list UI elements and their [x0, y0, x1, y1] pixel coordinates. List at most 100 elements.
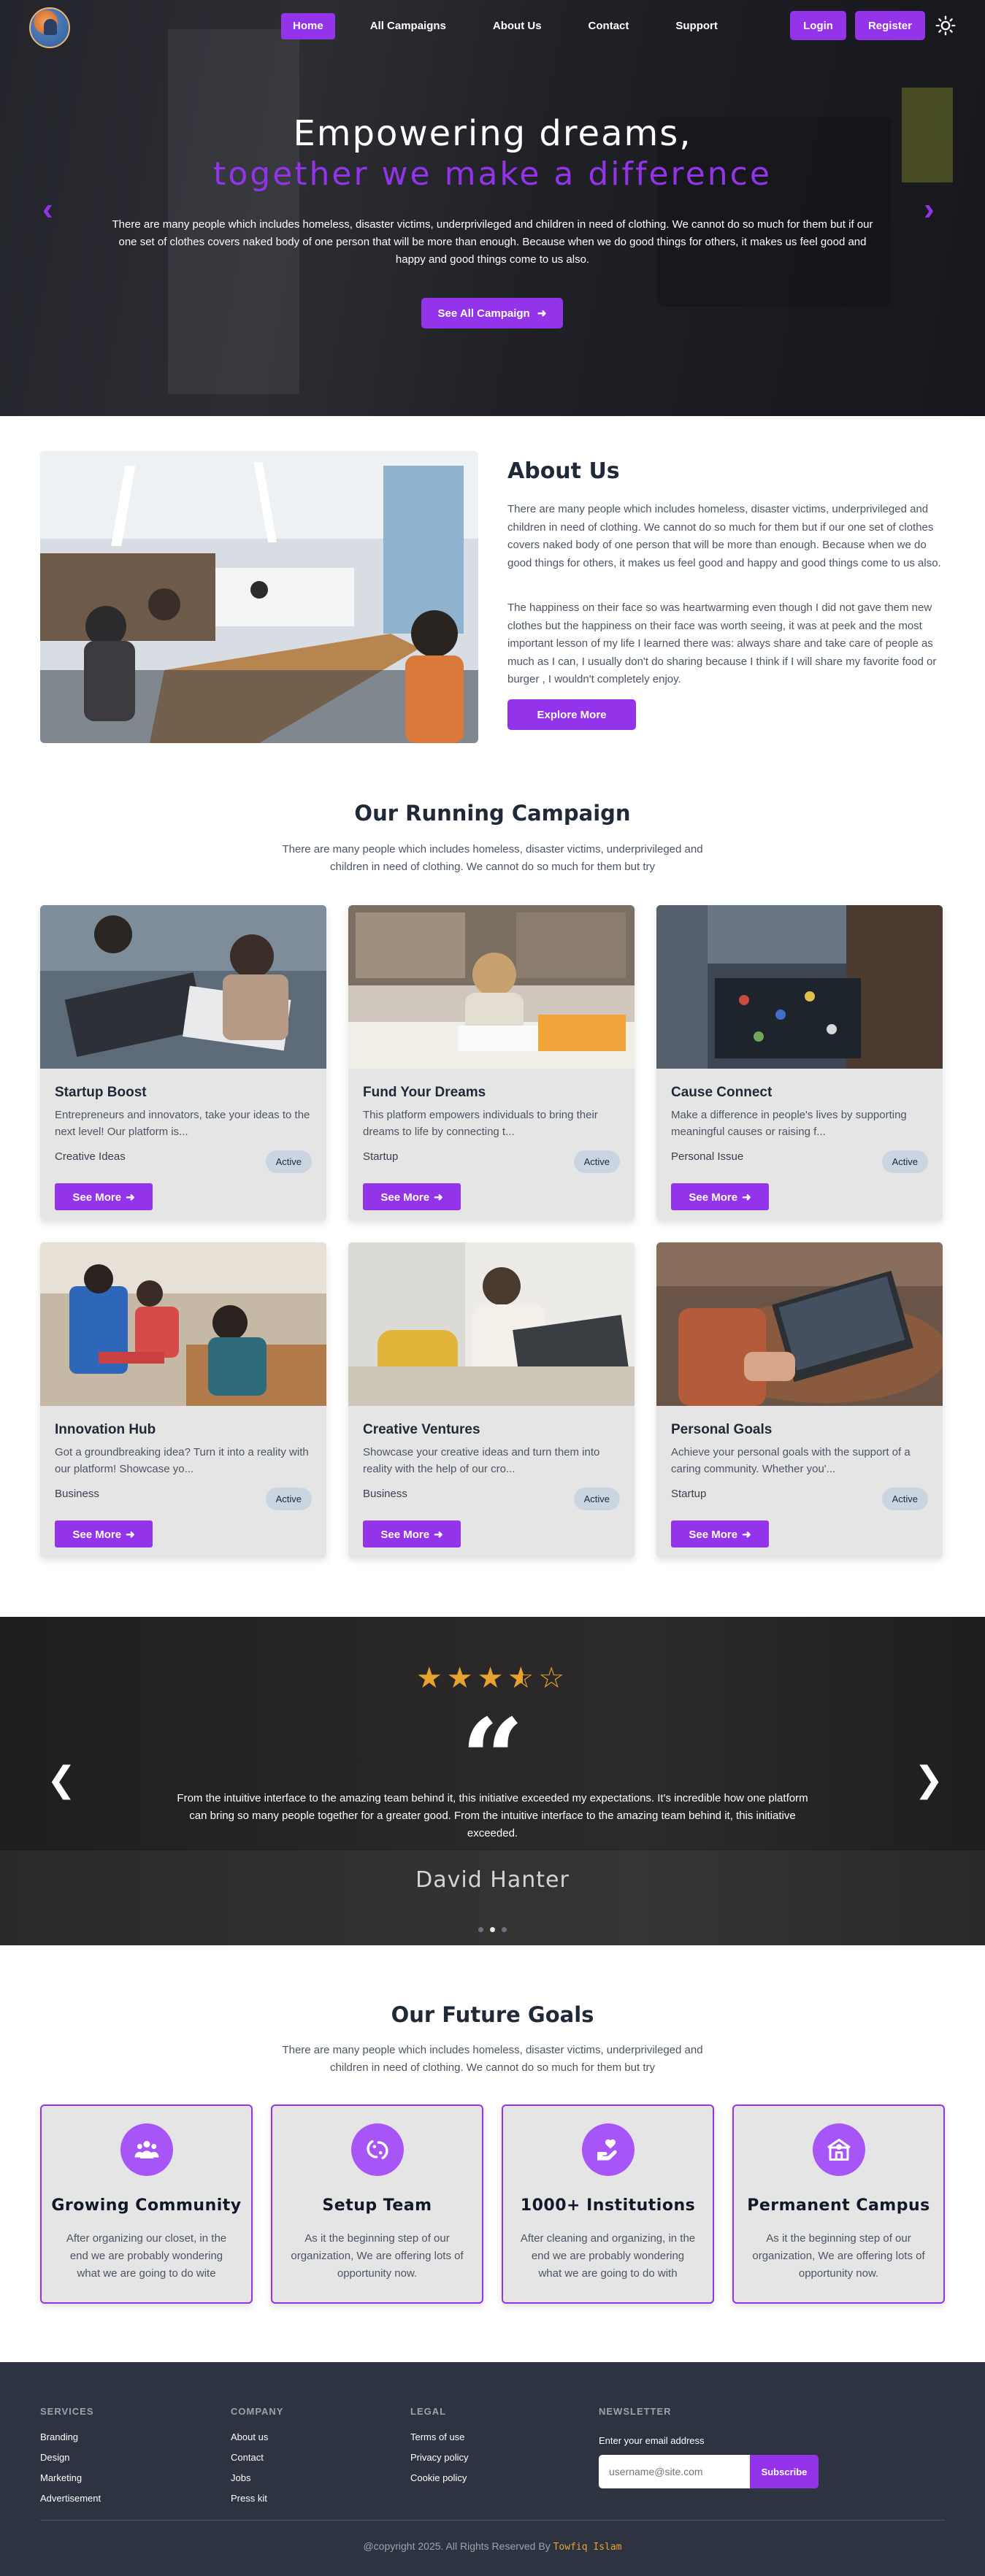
login-button[interactable]: Login — [790, 11, 846, 40]
see-more-label: See More — [72, 1528, 122, 1541]
footer-company-column: COMPANY About us Contact Jobs Press kit — [231, 2406, 283, 2513]
newsletter-email-input[interactable] — [599, 2455, 751, 2488]
footer-link[interactable]: Contact — [231, 2452, 283, 2464]
star-full-icon: ★ — [477, 1662, 508, 1694]
footer-link[interactable]: Press kit — [231, 2493, 283, 2504]
copyright-author[interactable]: Towfiq Islam — [553, 2542, 622, 2553]
see-more-label: See More — [380, 1528, 430, 1541]
nav-link-contact[interactable]: Contact — [577, 13, 641, 39]
chevron-left-icon[interactable]: ‹ — [42, 193, 53, 226]
campaign-description: Achieve your personal goals with the sup… — [671, 1446, 911, 1475]
carousel-dot[interactable] — [478, 1927, 483, 1932]
see-more-button[interactable]: See More ➜ — [55, 1183, 153, 1210]
carousel-dot-active[interactable] — [490, 1927, 495, 1932]
footer-newsletter-column: NEWSLETTER — [599, 2406, 672, 2431]
arrow-right-icon: ➜ — [434, 1528, 443, 1541]
footer-link[interactable]: Design — [40, 2452, 101, 2464]
site-footer: SERVICES Branding Design Marketing Adver… — [0, 2362, 985, 2576]
goal-description: As it the beginning step of our organiza… — [291, 2232, 464, 2280]
rating-stars: ★★★☆★☆ — [0, 1661, 985, 1695]
hero-background-image — [168, 29, 299, 394]
campaign-card: Startup Boost Entrepreneurs and innovator… — [40, 905, 326, 1220]
community-icon — [120, 2123, 173, 2176]
star-full-icon: ★ — [415, 1662, 447, 1694]
goals-subtitle: There are many people which includes hom… — [282, 2044, 703, 2074]
chevron-left-icon[interactable]: ❮ — [47, 1763, 76, 1798]
hero-description: There are many people which includes hom… — [112, 218, 873, 266]
campaign-title: Cause Connect — [671, 1085, 773, 1100]
campaign-card: Fund Your Dreams This platform empowers i… — [348, 905, 635, 1220]
footer-link[interactable]: Jobs — [231, 2472, 283, 2484]
arrow-right-icon: ➜ — [126, 1191, 135, 1204]
see-all-campaign-label: See All Campaign — [437, 307, 530, 320]
nav-link-support[interactable]: Support — [664, 13, 729, 39]
nav-link-all-campaigns[interactable]: All Campaigns — [359, 13, 458, 39]
footer-link[interactable]: Branding — [40, 2431, 101, 2443]
see-all-campaign-button[interactable]: See All Campaign ➜ — [421, 298, 563, 328]
see-more-label: See More — [380, 1191, 430, 1204]
campaign-card: Creative Ventures Showcase your creative … — [348, 1242, 635, 1558]
footer-link[interactable]: Marketing — [40, 2472, 101, 2484]
status-badge: Active — [573, 1150, 620, 1173]
explore-more-button[interactable]: Explore More — [507, 699, 636, 730]
footer-heading: COMPANY — [231, 2406, 284, 2417]
goal-title: 1000+ Institutions — [520, 2196, 696, 2215]
footer-heading: SERVICES — [40, 2406, 94, 2417]
campaign-title: Startup Boost — [55, 1085, 147, 1100]
goal-card: Growing Community After organizing our c… — [40, 2104, 253, 2304]
hero-title: Empowering dreams, — [293, 113, 692, 154]
nav-link-home[interactable]: Home — [281, 13, 335, 39]
goal-card: 1000+ Institutions After cleaning and or… — [502, 2104, 714, 2304]
campaign-category: Personal Issue — [671, 1150, 744, 1163]
see-more-button[interactable]: See More ➜ — [671, 1520, 769, 1547]
arrow-right-icon: ➜ — [537, 307, 547, 320]
nav-link-about-us[interactable]: About Us — [481, 13, 553, 39]
campaign-image — [348, 1242, 635, 1406]
sun-icon[interactable] — [934, 14, 957, 37]
see-more-button[interactable]: See More ➜ — [363, 1183, 461, 1210]
footer-divider — [40, 2520, 945, 2521]
newsletter-label: Enter your email address — [599, 2435, 705, 2446]
campaign-card: Personal Goals Achieve your personal goal… — [656, 1242, 943, 1558]
campaigns-title: Our Running Campaign — [354, 801, 631, 826]
arrow-right-icon: ➜ — [742, 1528, 751, 1541]
footer-link[interactable]: About us — [231, 2431, 283, 2443]
campaigns-subtitle: There are many people which includes hom… — [282, 843, 703, 873]
copyright: @copyright 2025. All Rights Reserved By … — [0, 2540, 985, 2553]
footer-link[interactable]: Terms of use — [410, 2431, 468, 2443]
top-navbar: Home All Campaigns About Us Contact Supp… — [0, 0, 985, 53]
see-more-button[interactable]: See More ➜ — [671, 1183, 769, 1210]
arrow-right-icon: ➜ — [742, 1191, 751, 1204]
testimonial-section: ★★★☆★☆ “ From the intuitive interface to… — [0, 1617, 985, 1945]
star-half-icon: ☆★ — [507, 1662, 539, 1694]
about-image — [40, 451, 478, 743]
campaign-description: This platform empowers individuals to br… — [363, 1109, 598, 1138]
team-setup-icon — [351, 2123, 404, 2176]
campaign-category: Creative Ideas — [55, 1150, 126, 1163]
see-more-button[interactable]: See More ➜ — [363, 1520, 461, 1547]
campaign-title: Creative Ventures — [363, 1422, 480, 1437]
footer-link[interactable]: Privacy policy — [410, 2452, 468, 2464]
carousel-dot[interactable] — [502, 1927, 507, 1932]
goal-description: After cleaning and organizing, in the en… — [520, 2232, 696, 2280]
goal-card: Permanent Campus As it the beginning ste… — [732, 2104, 945, 2304]
chevron-right-icon[interactable]: ❯ — [914, 1763, 943, 1798]
hero-banner: Empowering dreams, together we make a di… — [0, 0, 985, 416]
site-logo[interactable] — [29, 7, 70, 48]
status-badge: Active — [265, 1150, 312, 1173]
goals-title: Our Future Goals — [391, 2002, 594, 2027]
campaign-title: Personal Goals — [671, 1422, 773, 1437]
register-button[interactable]: Register — [854, 11, 925, 40]
see-more-button[interactable]: See More ➜ — [55, 1520, 153, 1547]
footer-link[interactable]: Cookie policy — [410, 2472, 468, 2484]
footer-link[interactable]: Advertisement — [40, 2493, 101, 2504]
campaign-image — [348, 905, 635, 1069]
campaign-title: Fund Your Dreams — [363, 1085, 486, 1100]
chevron-right-icon[interactable]: › — [924, 193, 935, 226]
footer-services-column: SERVICES Branding Design Marketing Adver… — [40, 2406, 101, 2513]
subscribe-button[interactable]: Subscribe — [750, 2455, 819, 2488]
campaign-description: Showcase your creative ideas and turn th… — [363, 1446, 600, 1475]
campaign-category: Business — [363, 1488, 407, 1500]
campaign-category: Startup — [363, 1150, 399, 1163]
testimonial-author: David Hanter — [415, 1867, 570, 1893]
